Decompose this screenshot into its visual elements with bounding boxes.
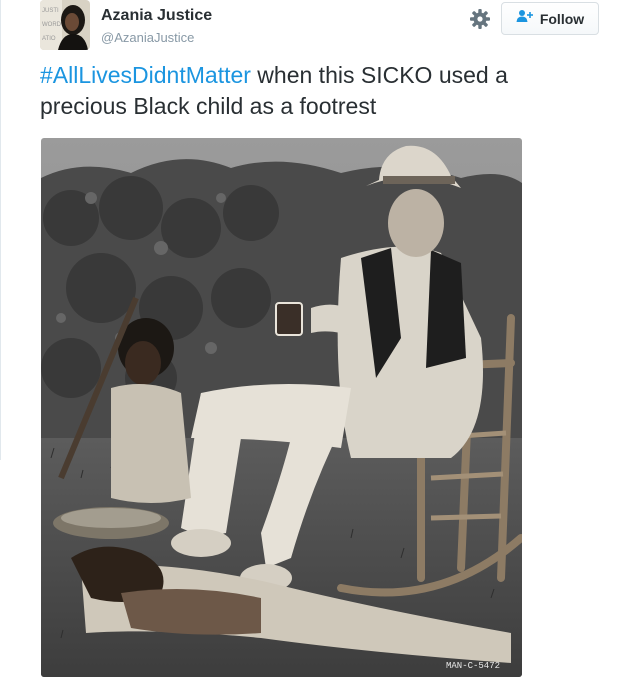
user-handle[interactable]: @AzaniaJustice [101, 30, 194, 45]
display-name[interactable]: Azania Justice [101, 7, 212, 25]
photo-caption-mark: MAN-C-5472 [446, 661, 500, 671]
add-user-icon [516, 9, 534, 28]
tweet-text: #AllLivesDidntMatter when this SICKO use… [40, 60, 600, 122]
follow-label: Follow [539, 10, 585, 27]
left-border [0, 0, 1, 460]
gear-icon[interactable] [467, 6, 493, 32]
svg-text:ATIO: ATIO [42, 36, 56, 42]
follow-button[interactable]: Follow [501, 2, 599, 35]
avatar[interactable]: JUSTI WORD ATIO [40, 0, 90, 50]
svg-text:WORD: WORD [42, 22, 62, 28]
svg-text:JUSTI: JUSTI [42, 8, 59, 14]
hashtag-link[interactable]: #AllLivesDidntMatter [40, 62, 251, 88]
tweet: JUSTI WORD ATIO Azania Justice @AzaniaJu… [0, 0, 640, 677]
tweet-photo[interactable]: MAN-C-5472 [41, 138, 522, 677]
